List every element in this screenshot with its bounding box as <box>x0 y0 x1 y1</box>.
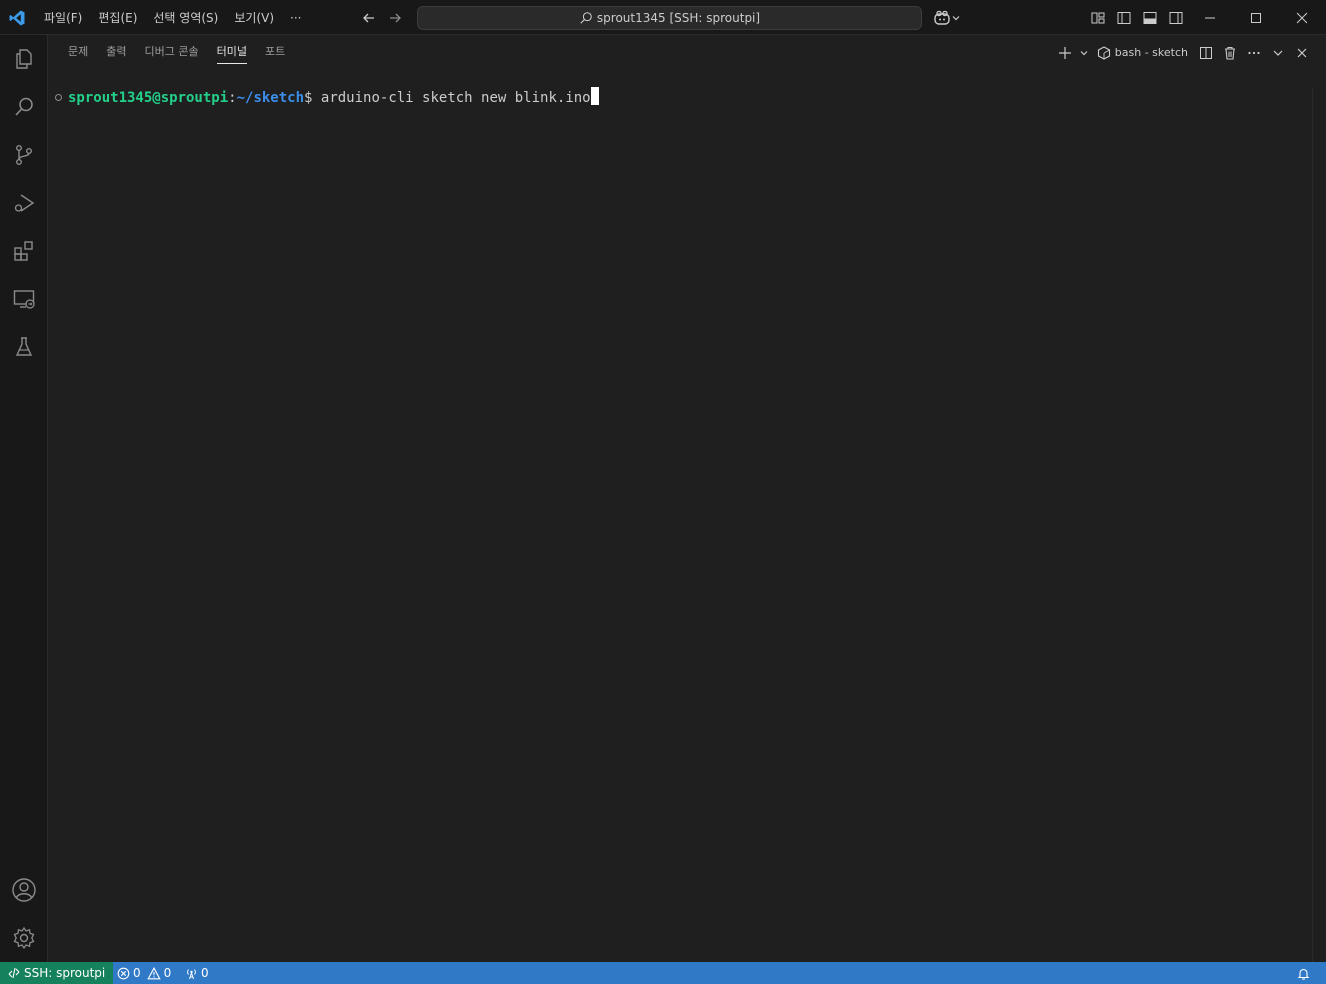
source-control-icon <box>15 145 32 166</box>
layout-controls <box>1085 8 1189 28</box>
run-debug-icon <box>14 194 35 212</box>
error-count: 0 <box>133 966 141 980</box>
search-icon <box>580 12 592 24</box>
terminal-profiles-dropdown[interactable] <box>1077 42 1091 64</box>
tab-terminal[interactable]: 터미널 <box>208 35 256 70</box>
menu-view[interactable]: 보기(V) <box>226 6 282 30</box>
terminal-view[interactable]: sprout1345@sproutpi:~/sketch$ arduino-cl… <box>49 70 1312 962</box>
minimize-button[interactable] <box>1187 0 1233 35</box>
copilot-icon <box>934 10 950 25</box>
maximize-button[interactable] <box>1233 0 1279 35</box>
toggle-primary-sidebar-icon[interactable] <box>1111 8 1137 28</box>
activity-bar <box>0 35 48 962</box>
files-icon <box>16 49 32 69</box>
terminal-scrollbar[interactable] <box>1312 88 1326 962</box>
menu-selection[interactable]: 선택 영역(S) <box>145 6 226 30</box>
command-center[interactable]: sprout1345 [SSH: sproutpi] <box>417 6 922 30</box>
activity-accounts[interactable] <box>0 866 48 914</box>
radio-tower-icon <box>187 968 196 979</box>
split-icon <box>1200 46 1212 59</box>
activity-extensions[interactable] <box>0 227 48 275</box>
extensions-icon <box>14 241 33 261</box>
chevron-down-icon <box>1273 50 1283 56</box>
status-bar: SSH: sproutpi 0 0 0 <box>0 962 1326 984</box>
bell-icon <box>1297 968 1310 980</box>
more-actions-button[interactable] <box>1242 42 1266 64</box>
title-bar: 파일(F) 편집(E) 선택 영역(S) 보기(V) ··· sprout134… <box>0 0 1326 35</box>
forward-arrow-icon[interactable] <box>385 8 405 28</box>
activity-remote-explorer[interactable] <box>0 275 48 323</box>
notifications-button[interactable] <box>1297 962 1310 984</box>
new-terminal-button[interactable] <box>1053 42 1077 64</box>
kill-terminal-button[interactable] <box>1218 42 1242 64</box>
prompt-user: sprout1345@sproutpi <box>68 90 229 106</box>
terminal-command: arduino-cli sketch new blink.ino <box>320 90 591 106</box>
prompt-separator: : <box>228 90 237 106</box>
panel-actions: bash - sketch <box>1053 35 1326 70</box>
panel-tabs: 문제 출력 디버그 콘솔 터미널 포트 <box>59 35 294 70</box>
problems-status[interactable]: 0 0 <box>117 962 171 984</box>
remote-icon <box>8 967 20 979</box>
remote-explorer-icon <box>13 290 35 309</box>
activity-run-debug[interactable] <box>0 179 48 227</box>
ports-count: 0 <box>201 966 209 980</box>
close-panel-button[interactable] <box>1290 42 1314 64</box>
menu-file[interactable]: 파일(F) <box>36 6 90 30</box>
menu-bar: 파일(F) 편집(E) 선택 영역(S) 보기(V) ··· <box>36 0 309 35</box>
activity-testing[interactable] <box>0 323 48 371</box>
maximize-icon <box>1251 12 1261 23</box>
activity-explorer[interactable] <box>0 35 48 83</box>
ellipsis-icon <box>1248 51 1260 54</box>
terminal-line: sprout1345@sproutpi:~/sketch$ arduino-cl… <box>68 87 599 108</box>
panel-header: 문제 출력 디버그 콘솔 터미널 포트 bash - sketch <box>49 35 1326 70</box>
remote-indicator[interactable]: SSH: sproutpi <box>0 962 114 984</box>
prompt-dollar: $ <box>304 90 321 106</box>
prompt-path: ~/sketch <box>236 90 305 106</box>
forwarded-ports-status[interactable]: 0 <box>185 962 209 984</box>
chevron-down-icon <box>1080 50 1088 55</box>
close-icon <box>1296 12 1308 23</box>
split-terminal-button[interactable] <box>1194 42 1218 64</box>
gear-icon <box>13 926 35 950</box>
search-icon <box>15 97 33 116</box>
warning-icon <box>146 966 161 979</box>
customize-layout-icon[interactable] <box>1085 8 1111 28</box>
remote-label: SSH: sproutpi <box>24 966 106 980</box>
plus-icon <box>1058 46 1071 59</box>
menu-edit[interactable]: 편집(E) <box>90 6 145 30</box>
trash-icon <box>1225 46 1235 60</box>
tab-problems[interactable]: 문제 <box>59 35 97 70</box>
terminal-instance-selector[interactable]: bash - sketch <box>1091 45 1194 60</box>
vscode-logo-icon <box>9 10 25 26</box>
menu-more[interactable]: ··· <box>282 6 309 30</box>
beaker-icon <box>15 337 33 356</box>
tab-ports[interactable]: 포트 <box>256 35 294 70</box>
command-decoration-icon <box>55 94 62 101</box>
copilot-button[interactable] <box>933 8 967 28</box>
command-center-label: sprout1345 [SSH: sproutpi] <box>596 11 761 25</box>
back-arrow-icon[interactable] <box>359 8 379 28</box>
terminal-name-label: bash - sketch <box>1114 46 1188 59</box>
error-icon <box>117 967 130 979</box>
toggle-secondary-sidebar-icon[interactable] <box>1163 8 1189 28</box>
tab-output[interactable]: 출력 <box>97 35 135 70</box>
maximize-panel-button[interactable] <box>1266 42 1290 64</box>
chevron-down-icon <box>952 16 960 21</box>
terminal-bash-icon <box>1097 45 1110 60</box>
account-icon <box>12 878 36 902</box>
warning-count: 0 <box>163 966 172 980</box>
activity-manage[interactable] <box>0 914 48 962</box>
tab-debug-console[interactable]: 디버그 콘솔 <box>136 35 208 70</box>
close-icon <box>1297 48 1307 57</box>
terminal-cursor <box>590 87 599 105</box>
activity-source-control[interactable] <box>0 131 48 179</box>
toggle-panel-icon[interactable] <box>1137 8 1163 28</box>
close-window-button[interactable] <box>1279 0 1325 35</box>
activity-search[interactable] <box>0 83 48 131</box>
minimize-icon <box>1205 17 1215 18</box>
